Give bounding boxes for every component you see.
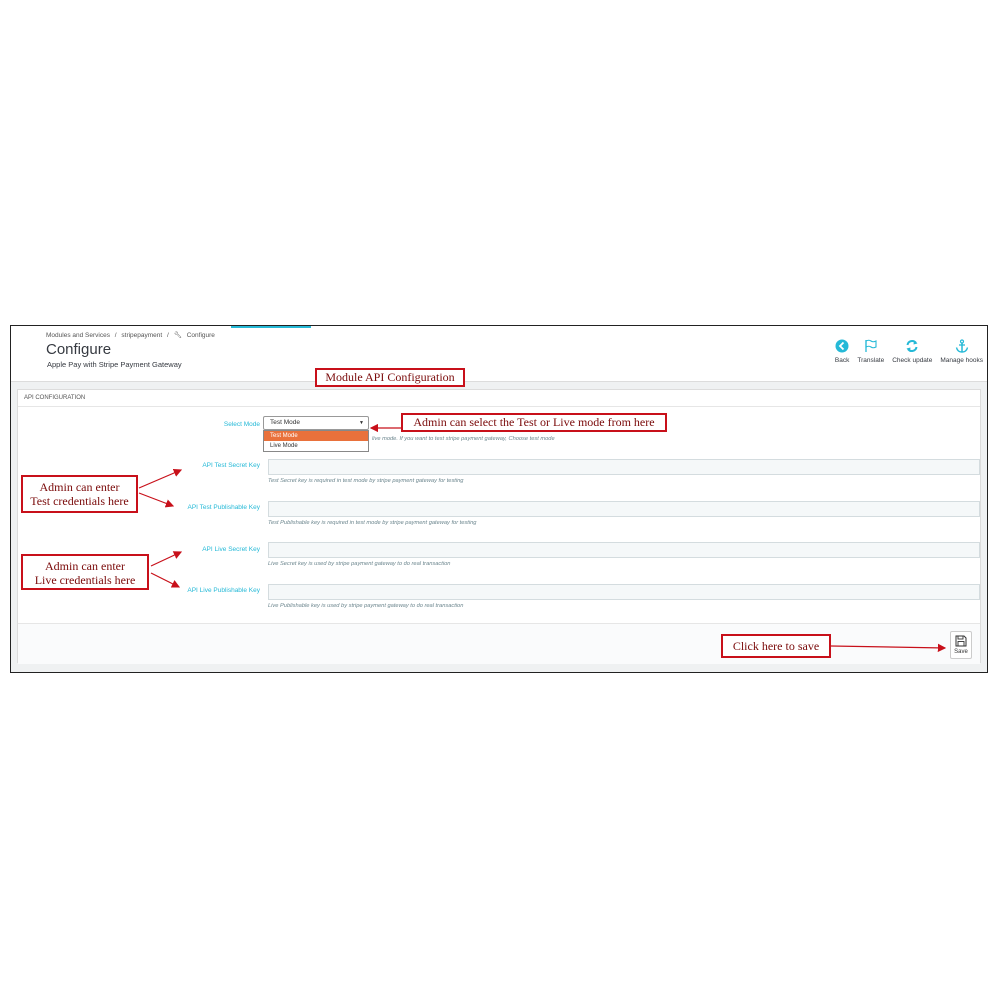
- back-button[interactable]: Back: [835, 339, 849, 364]
- page-subtitle: Apple Pay with Stripe Payment Gateway: [47, 360, 182, 369]
- screenshot-frame: Modules and Services / stripepayment / 🔧…: [10, 325, 988, 673]
- toolbar: Back Translate Check update Manage hooks: [835, 339, 983, 364]
- panel-heading: API CONFIGURATION: [18, 390, 980, 407]
- api-test-publishable-input[interactable]: [268, 501, 980, 517]
- api-live-publishable-label: API Live Publishable Key: [187, 587, 260, 594]
- translate-button[interactable]: Translate: [857, 339, 884, 364]
- tab-indicator: [231, 326, 311, 328]
- caret-down-icon: ▼: [359, 420, 364, 426]
- wrench-icon: 🔧︎: [173, 332, 182, 339]
- floppy-disk-icon: [955, 635, 967, 647]
- breadcrumb-configure: Configure: [186, 332, 215, 339]
- callout-save: Click here to save: [721, 634, 831, 658]
- panel-footer: Save: [18, 623, 980, 664]
- select-mode-label: Select Mode: [223, 421, 260, 428]
- callout-live-credentials: Admin can enter Live credentials here: [21, 554, 149, 590]
- api-test-publishable-help: Test Publishable key is required in test…: [268, 520, 477, 526]
- api-test-secret-help: Test Secret key is required in test mode…: [268, 478, 464, 484]
- mode-select[interactable]: Test Mode ▼: [263, 416, 369, 430]
- mode-select-value: Test Mode: [270, 419, 300, 426]
- api-test-publishable-label: API Test Publishable Key: [187, 504, 260, 511]
- breadcrumb-module[interactable]: stripepayment: [121, 332, 162, 339]
- mode-dropdown-list: Test Mode Live Mode: [263, 430, 369, 452]
- callout-select-mode: Admin can select the Test or Live mode f…: [401, 413, 667, 432]
- refresh-icon: [906, 340, 918, 352]
- anchor-icon: [955, 339, 968, 353]
- breadcrumb-modules[interactable]: Modules and Services: [46, 332, 110, 339]
- save-label: Save: [954, 649, 968, 655]
- check-update-button[interactable]: Check update: [892, 339, 932, 364]
- callout-test-line1: Admin can enter: [39, 480, 120, 494]
- callout-live-line1: Admin can enter: [45, 559, 125, 573]
- breadcrumb: Modules and Services / stripepayment / 🔧…: [46, 331, 218, 339]
- api-live-secret-help: Live Secret key is used by stripe paymen…: [268, 561, 451, 567]
- page-header: Modules and Services / stripepayment / 🔧…: [11, 326, 987, 382]
- back-arrow-icon: [835, 339, 849, 353]
- callout-live-line2: Live credentials here: [34, 573, 136, 587]
- api-live-publishable-input[interactable]: [268, 584, 980, 600]
- select-mode-help: live mode. If you want to test stripe pa…: [372, 436, 555, 442]
- api-live-publishable-help: Live Publishable key is used by stripe p…: [268, 603, 464, 609]
- translate-label: Translate: [857, 357, 885, 364]
- page-title: Configure: [46, 341, 112, 358]
- breadcrumb-separator: /: [114, 332, 117, 339]
- manage-hooks-label: Manage hooks: [940, 357, 983, 364]
- mode-option-live[interactable]: Live Mode: [264, 441, 368, 451]
- check-update-label: Check update: [892, 357, 933, 364]
- callout-test-line2: Test credentials here: [30, 494, 129, 508]
- save-button[interactable]: Save: [950, 631, 972, 659]
- api-test-secret-input[interactable]: [268, 459, 980, 475]
- api-live-secret-input[interactable]: [268, 542, 980, 558]
- callout-module-api: Module API Configuration: [315, 368, 465, 387]
- back-label: Back: [834, 357, 850, 364]
- flag-icon: [865, 339, 877, 352]
- breadcrumb-separator: /: [167, 332, 169, 339]
- api-live-secret-label: API Live Secret Key: [202, 546, 260, 553]
- callout-test-credentials: Admin can enter Test credentials here: [21, 475, 138, 513]
- api-test-secret-label: API Test Secret Key: [202, 462, 260, 469]
- manage-hooks-button[interactable]: Manage hooks: [940, 339, 983, 364]
- mode-option-test[interactable]: Test Mode: [264, 431, 368, 441]
